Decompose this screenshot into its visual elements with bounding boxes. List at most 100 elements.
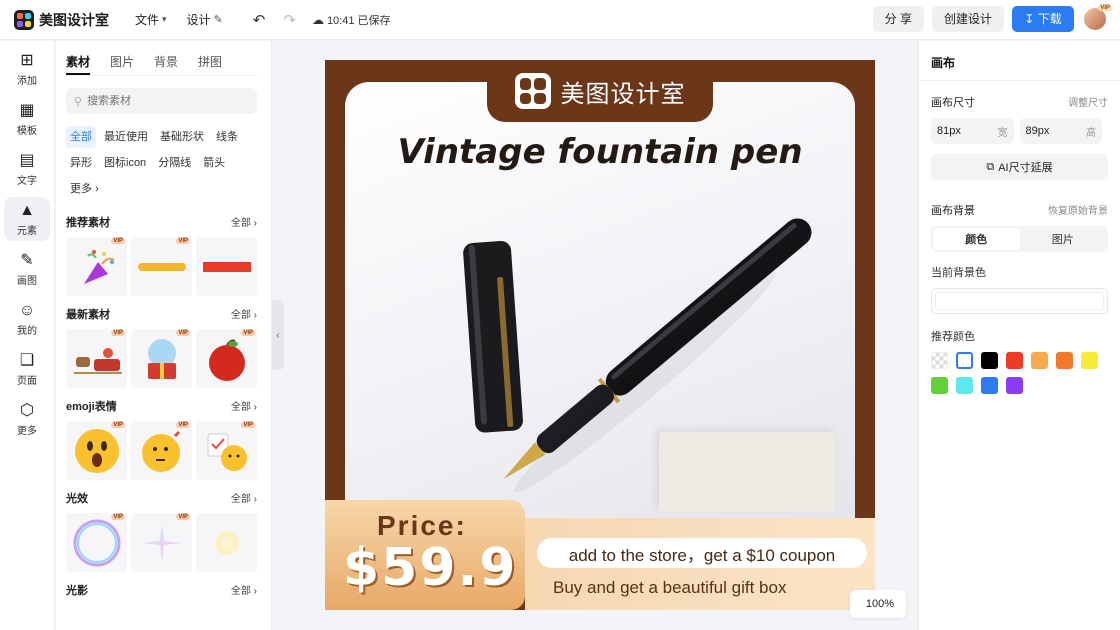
all-label: 全部	[230, 218, 251, 229]
color-swatch[interactable]	[1081, 352, 1098, 369]
vip-badge: VIP	[111, 330, 125, 336]
color-swatch[interactable]	[1056, 352, 1073, 369]
ai-resize-button[interactable]: ⧉ AI尺寸延展	[931, 154, 1108, 180]
download-button[interactable]: ↧ 下载	[1012, 6, 1074, 32]
redo-icon[interactable]: ↷	[283, 11, 296, 29]
color-swatch[interactable]	[1031, 352, 1048, 369]
tab-collage[interactable]: 拼图	[198, 53, 222, 75]
thumb-brush-stroke[interactable]: VIP	[131, 237, 192, 296]
section-all-link[interactable]: 全部 ›	[231, 398, 257, 414]
chip-arrow[interactable]: 箭头	[199, 152, 229, 174]
color-swatch[interactable]	[956, 377, 973, 394]
section-all-link[interactable]: 全部 ›	[231, 490, 257, 506]
file-menu-label: 文件	[135, 13, 160, 27]
bg-color-tab[interactable]: 颜色	[933, 228, 1020, 250]
thumb-glow[interactable]	[196, 513, 257, 572]
chip-more[interactable]: 更多 ›	[66, 178, 103, 200]
emoji-checklist-image	[207, 433, 247, 471]
design-canvas[interactable]: 美图设计室 Vintage fountain pen add to the st…	[325, 60, 875, 610]
chip-irregular[interactable]: 异形	[66, 152, 96, 174]
width-field[interactable]: 81px 宽	[931, 118, 1014, 144]
search-input[interactable]	[87, 95, 238, 107]
thumb-snow-globe[interactable]: VIP	[131, 329, 192, 388]
section-all-link[interactable]: 全部 ›	[231, 582, 257, 598]
tab-background[interactable]: 背景	[154, 53, 178, 75]
vip-badge: VIP	[176, 238, 190, 244]
width-value: 81px	[937, 125, 961, 137]
properties-panel: 画布 画布尺寸 调整尺寸 81px 宽 89px 高 ⧉ AI尺寸延展 画布背景…	[918, 41, 1120, 630]
bg-type-toggle: 颜色 图片	[931, 226, 1108, 252]
rail-item-add[interactable]: ⊞ 添加	[4, 47, 50, 91]
thumb-emoji-checklist[interactable]: VIP	[196, 421, 257, 480]
thumb-row: VIP VIP VIP	[66, 421, 271, 480]
design-menu[interactable]: 设计 ✎	[187, 11, 223, 28]
rail-label: 元素	[17, 225, 37, 237]
app-name: 美图设计室	[39, 11, 109, 28]
material-panel: 素材 图片 背景 拼图 ⚲ 全部 最近使用 基础形状 线条 异形 图标icon …	[56, 41, 272, 630]
thumb-emoji-thinking[interactable]: VIP	[131, 421, 192, 480]
all-label: 全部	[230, 402, 251, 413]
thumb-row: VIP VIP	[66, 513, 271, 572]
rail-item-more[interactable]: ⬡ 更多	[4, 397, 50, 441]
rail-item-page[interactable]: ❏ 页面	[4, 347, 50, 391]
chevron-left-icon: ‹	[276, 329, 280, 341]
coupon-text[interactable]: add to the store，get a $10 coupon	[537, 538, 867, 568]
resize-link[interactable]: 调整尺寸	[1068, 94, 1108, 110]
thumb-sparkle[interactable]: VIP	[131, 513, 192, 572]
thumb-sleigh[interactable]: VIP	[66, 329, 127, 388]
create-design-button[interactable]: 创建设计	[931, 6, 1004, 32]
rail-item-template[interactable]: ▦ 模板	[4, 97, 50, 141]
zoom-indicator[interactable]: 100%	[850, 590, 906, 618]
collapse-panel-button[interactable]: ‹	[272, 300, 284, 370]
chip-icon[interactable]: 图标icon	[100, 152, 150, 174]
left-rail: ⊞ 添加 ▦ 模板 ▤ 文字 ▲ 元素 ✎ 画图 ☺ 我的 ❏ 页面 ⬡ 更多	[0, 41, 55, 630]
chip-all[interactable]: 全部	[66, 126, 96, 148]
top-bar: 美图设计室 文件 ▾ 设计 ✎ ↶ ↷ ☁ 10:41 已保存 分 享 创建设计…	[0, 0, 1120, 40]
app-logo[interactable]: 美图设计室	[14, 9, 109, 30]
glow-image	[214, 530, 239, 555]
color-swatch[interactable]	[981, 377, 998, 394]
color-swatch[interactable]	[956, 352, 973, 369]
brand-logo-icon	[514, 73, 551, 109]
avatar[interactable]: VIP	[1084, 5, 1112, 30]
share-button[interactable]: 分 享	[872, 6, 924, 32]
headline-text[interactable]: Vintage fountain pen	[325, 132, 875, 172]
section-all-link[interactable]: 全部 ›	[231, 214, 257, 230]
user-icon: ☺	[18, 301, 36, 319]
thumb-red-bar[interactable]	[196, 237, 257, 296]
chip-divider[interactable]: 分隔线	[154, 152, 195, 174]
reset-bg-link[interactable]: 恢复原始背景	[1048, 202, 1108, 218]
chip-recent[interactable]: 最近使用	[100, 126, 152, 148]
rail-item-draw[interactable]: ✎ 画图	[4, 247, 50, 291]
search-box[interactable]: ⚲	[66, 88, 257, 114]
section-all-link[interactable]: 全部 ›	[231, 306, 257, 322]
download-label: 下载	[1037, 12, 1062, 26]
gift-text[interactable]: Buy and get a beautiful gift box	[553, 578, 786, 598]
bg-image-tab[interactable]: 图片	[1020, 228, 1107, 250]
color-swatch[interactable]	[981, 352, 998, 369]
bubble-image	[73, 519, 120, 566]
thumb-apple[interactable]: VIP	[196, 329, 257, 388]
color-swatch[interactable]	[931, 377, 948, 394]
file-menu[interactable]: 文件 ▾	[135, 11, 167, 28]
color-swatch[interactable]	[1006, 377, 1023, 394]
thumb-bubble[interactable]: VIP	[66, 513, 127, 572]
undo-icon[interactable]: ↶	[253, 11, 266, 29]
thumb-emoji-scared[interactable]: VIP	[66, 421, 127, 480]
current-bg-color-field[interactable]	[931, 288, 1108, 314]
brand-banner[interactable]: 美图设计室	[487, 60, 713, 122]
color-swatch[interactable]	[931, 352, 948, 369]
tab-material[interactable]: 素材	[66, 53, 91, 75]
rail-item-text[interactable]: ▤ 文字	[4, 147, 50, 191]
chip-basic-shape[interactable]: 基础形状	[156, 126, 208, 148]
size-inputs: 81px 宽 89px 高	[931, 118, 1108, 144]
rail-item-element[interactable]: ▲ 元素	[4, 197, 50, 241]
tab-image[interactable]: 图片	[110, 53, 134, 75]
text-icon: ▤	[19, 151, 35, 169]
rail-item-mine[interactable]: ☺ 我的	[4, 297, 50, 341]
chip-line[interactable]: 线条	[212, 126, 242, 148]
color-swatch[interactable]	[1006, 352, 1023, 369]
price-box[interactable]: Price: $59.9	[325, 500, 525, 610]
height-field[interactable]: 89px 高	[1019, 118, 1102, 144]
thumb-party-popper[interactable]: VIP	[66, 237, 127, 296]
